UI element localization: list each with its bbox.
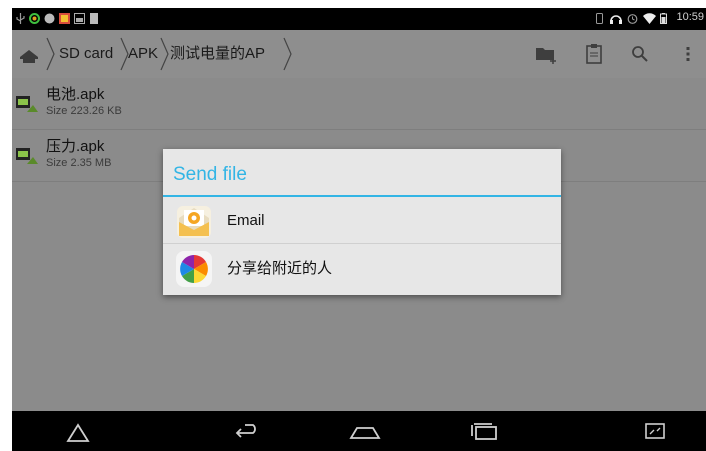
breadcrumb-sd-card[interactable]: SD card [59, 30, 113, 78]
file-size: Size 2.35 MB [46, 157, 112, 169]
app-notification-icon [44, 13, 55, 24]
share-option-email[interactable]: Email [163, 197, 561, 244]
recent-apps-icon[interactable] [454, 411, 514, 451]
home-icon[interactable] [335, 411, 395, 451]
file-row[interactable]: 电池.apk Size 223.26 KB [12, 78, 706, 130]
home-up-icon[interactable] [12, 30, 46, 78]
navigation-bar [12, 411, 706, 451]
breadcrumb-separator-icon [46, 37, 55, 71]
breadcrumb-current-folder[interactable]: 测试电量的AP [170, 30, 265, 78]
back-icon[interactable] [48, 411, 108, 451]
storage-notification-icon [90, 13, 98, 24]
new-folder-icon[interactable] [534, 42, 558, 66]
battery-icon [660, 13, 667, 24]
image-notification-icon [74, 13, 85, 24]
share-option-nearby[interactable]: 分享给附近的人 [163, 245, 561, 292]
clipboard-icon[interactable] [582, 42, 606, 66]
file-name: 压力.apk [46, 138, 105, 155]
share-option-label: 分享给附近的人 [227, 260, 333, 277]
breadcrumb-apk[interactable]: APK [128, 30, 158, 78]
dialog-option-divider [163, 243, 561, 244]
status-bar: 10:59 [12, 8, 706, 30]
alarm-icon [627, 14, 638, 24]
app-notification-icon [29, 13, 40, 24]
headset-icon [610, 15, 622, 24]
wifi-icon [643, 13, 656, 24]
toolbar: SD card APK 测试电量的AP [12, 30, 706, 78]
back-arrow-icon[interactable] [215, 411, 275, 451]
screen: 10:59 SD card APK 测试电量的AP 电池.apk Size 22… [12, 8, 706, 451]
email-icon [177, 206, 211, 238]
file-size: Size 223.26 KB [46, 105, 122, 117]
apk-file-icon [16, 96, 38, 112]
screenshot-icon[interactable] [626, 411, 686, 451]
vibrate-icon [596, 13, 603, 24]
search-icon[interactable] [628, 42, 652, 66]
share-nearby-icon [176, 251, 212, 287]
overflow-menu-icon[interactable] [676, 42, 700, 66]
send-file-dialog: Send file Email 分享给附近的人 [163, 149, 561, 295]
status-time: 10:59 [676, 11, 704, 23]
breadcrumb-separator-icon [283, 37, 292, 71]
image-notification-icon [59, 13, 70, 24]
usb-icon [16, 13, 25, 24]
dialog-title: Send file [173, 164, 247, 185]
share-option-label: Email [227, 212, 265, 229]
apk-file-icon [16, 148, 38, 164]
file-name: 电池.apk [46, 86, 105, 103]
breadcrumb-separator-icon [160, 37, 169, 71]
